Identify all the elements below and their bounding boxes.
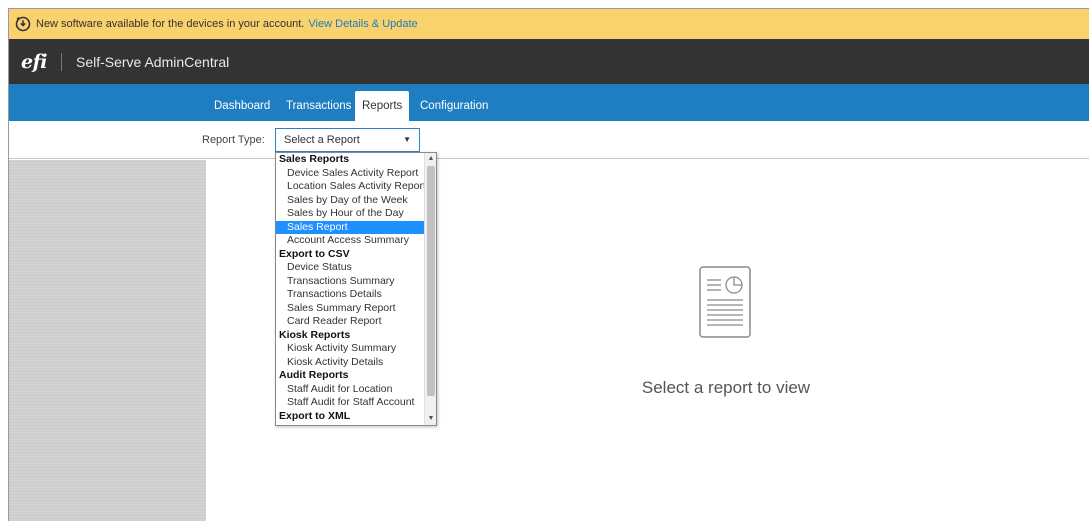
scroll-down-arrow-icon[interactable]: ▼ [425,413,436,425]
optgroup-export-to-csv: Export to CSV [279,247,350,260]
tab-reports[interactable]: Reports [355,91,410,121]
option-transactions-details[interactable]: Transactions Details [276,288,424,302]
option-sales-report[interactable]: Sales Report [276,220,424,234]
report-type-select[interactable]: Select a Report ▼ [275,128,420,152]
efi-logo[interactable]: efi [21,51,47,73]
option-device-sales-activity-report[interactable]: Device Sales Activity Report [276,167,424,181]
option-staff-audit-for-staff-account[interactable]: Staff Audit for Staff Account [276,396,424,410]
option-transactions-summary[interactable]: Transactions Summary [276,275,424,289]
dropdown-scrollbar[interactable]: ▲ ▼ [424,153,436,425]
optgroup-export-to-xml: Export to XML [279,409,351,422]
brand-divider [60,52,62,71]
optgroup-sales-reports: Sales Reports [279,153,350,165]
view-details-update-link[interactable]: View Details & Update [308,18,417,30]
empty-state-message: Select a report to view [641,378,811,397]
brand-bar: efi Self-Serve AdminCentral [9,39,1089,84]
report-type-label: Report Type: [202,134,265,146]
tab-transactions[interactable]: Transactions [279,91,358,121]
chevron-down-icon: ▼ [403,135,411,144]
optgroup-kiosk-reports: Kiosk Reports [279,328,351,341]
option-account-access-summary[interactable]: Account Access Summary [276,234,424,248]
main-nav: Dashboard Transactions Reports Configura… [9,84,1089,121]
update-banner: New software available for the devices i… [9,9,1089,39]
left-sidebar [9,160,206,521]
tab-dashboard[interactable]: Dashboard [207,91,277,121]
report-type-value: Select a Report [284,134,360,146]
scrollbar-thumb[interactable] [427,166,435,396]
option-staff-audit-for-location[interactable]: Staff Audit for Location [276,383,424,397]
option-kiosk-activity-details[interactable]: Kiosk Activity Details [276,356,424,370]
option-sales-by-day-of-week[interactable]: Sales by Day of the Week [276,194,424,208]
option-sales-summary-report[interactable]: Sales Summary Report [276,302,424,316]
option-kiosk-activity-summary[interactable]: Kiosk Activity Summary [276,342,424,356]
filter-bar: Report Type: Select a Report ▼ [9,121,1089,159]
scroll-up-arrow-icon[interactable]: ▲ [425,153,436,165]
report-document-icon [699,266,751,338]
report-option-list: Sales Reports Device Sales Activity Repo… [276,153,426,423]
option-device-status[interactable]: Device Status [276,261,424,275]
update-icon [15,16,31,32]
option-sales-by-hour-of-day[interactable]: Sales by Hour of the Day [276,207,424,221]
option-location-sales-activity-report[interactable]: Location Sales Activity Report [276,180,426,194]
option-card-reader-report[interactable]: Card Reader Report [276,315,424,329]
tab-configuration[interactable]: Configuration [413,91,495,121]
report-type-dropdown[interactable]: Sales Reports Device Sales Activity Repo… [275,152,437,426]
app-frame: New software available for the devices i… [8,8,1089,521]
banner-message: New software available for the devices i… [36,18,305,30]
app-title: Self-Serve AdminCentral [75,53,230,70]
optgroup-audit-reports: Audit Reports [279,369,349,381]
